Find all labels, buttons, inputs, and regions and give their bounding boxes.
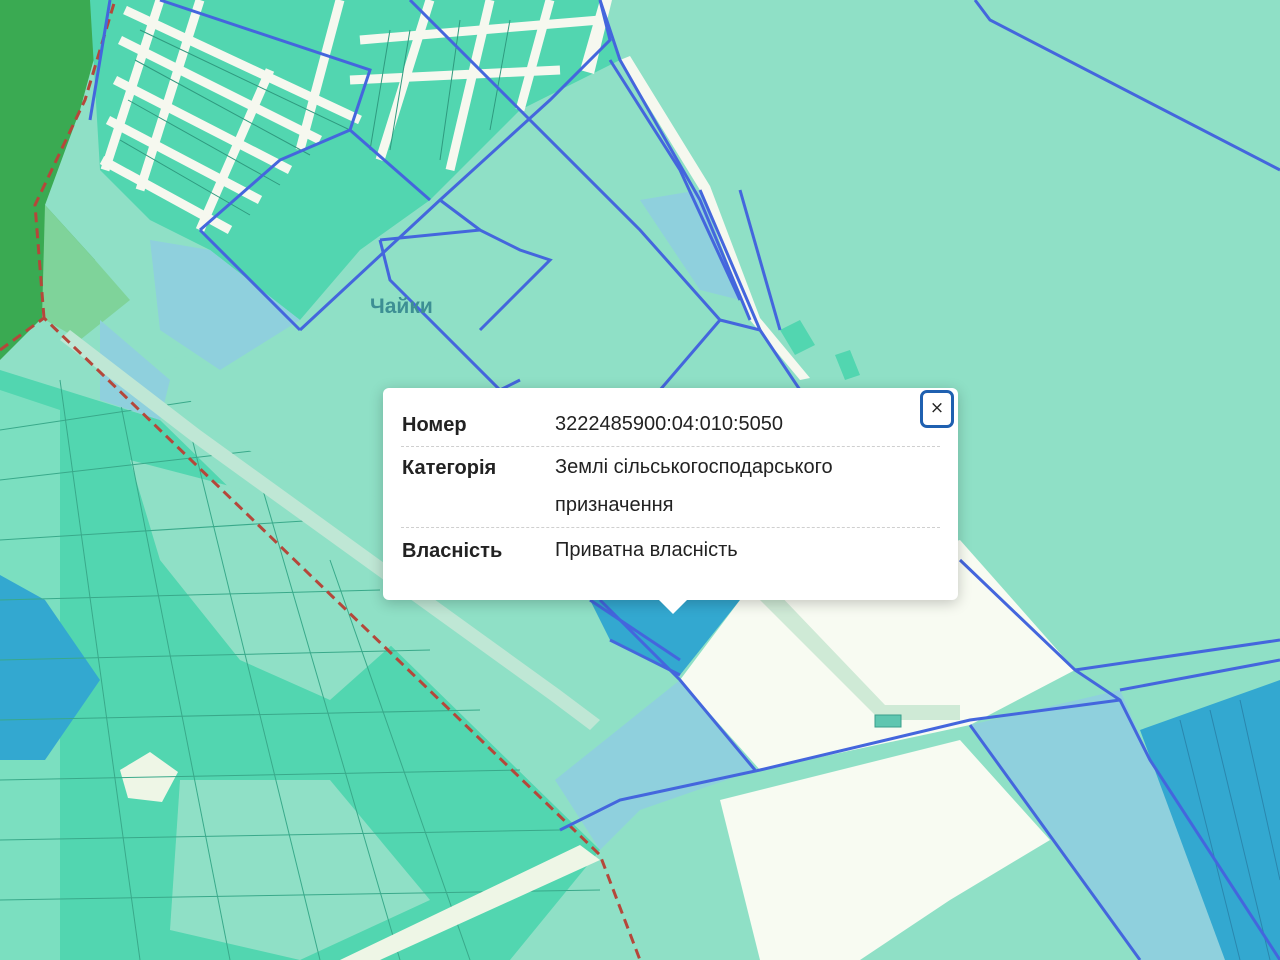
info-key: Категорія	[402, 457, 497, 479]
info-row-category: Категорія Землі сільськогосподарського п…	[401, 451, 940, 528]
popup-pointer	[657, 598, 689, 614]
info-value: 3222485900:04:010:5050	[555, 413, 784, 435]
info-row-number: Номер 3222485900:04:010:5050	[401, 408, 940, 447]
info-key: Власність	[402, 540, 503, 562]
info-value: Приватна власність	[555, 539, 738, 561]
parcel-info-popup: × Номер 3222485900:04:010:5050 Категорія…	[383, 388, 958, 614]
info-key: Номер	[402, 414, 467, 436]
info-value: Землі сільськогосподарського призначення	[555, 456, 833, 516]
place-label: Чайки	[370, 295, 433, 318]
small-structure	[874, 714, 902, 728]
info-row-ownership: Власність Приватна власність	[401, 534, 940, 574]
